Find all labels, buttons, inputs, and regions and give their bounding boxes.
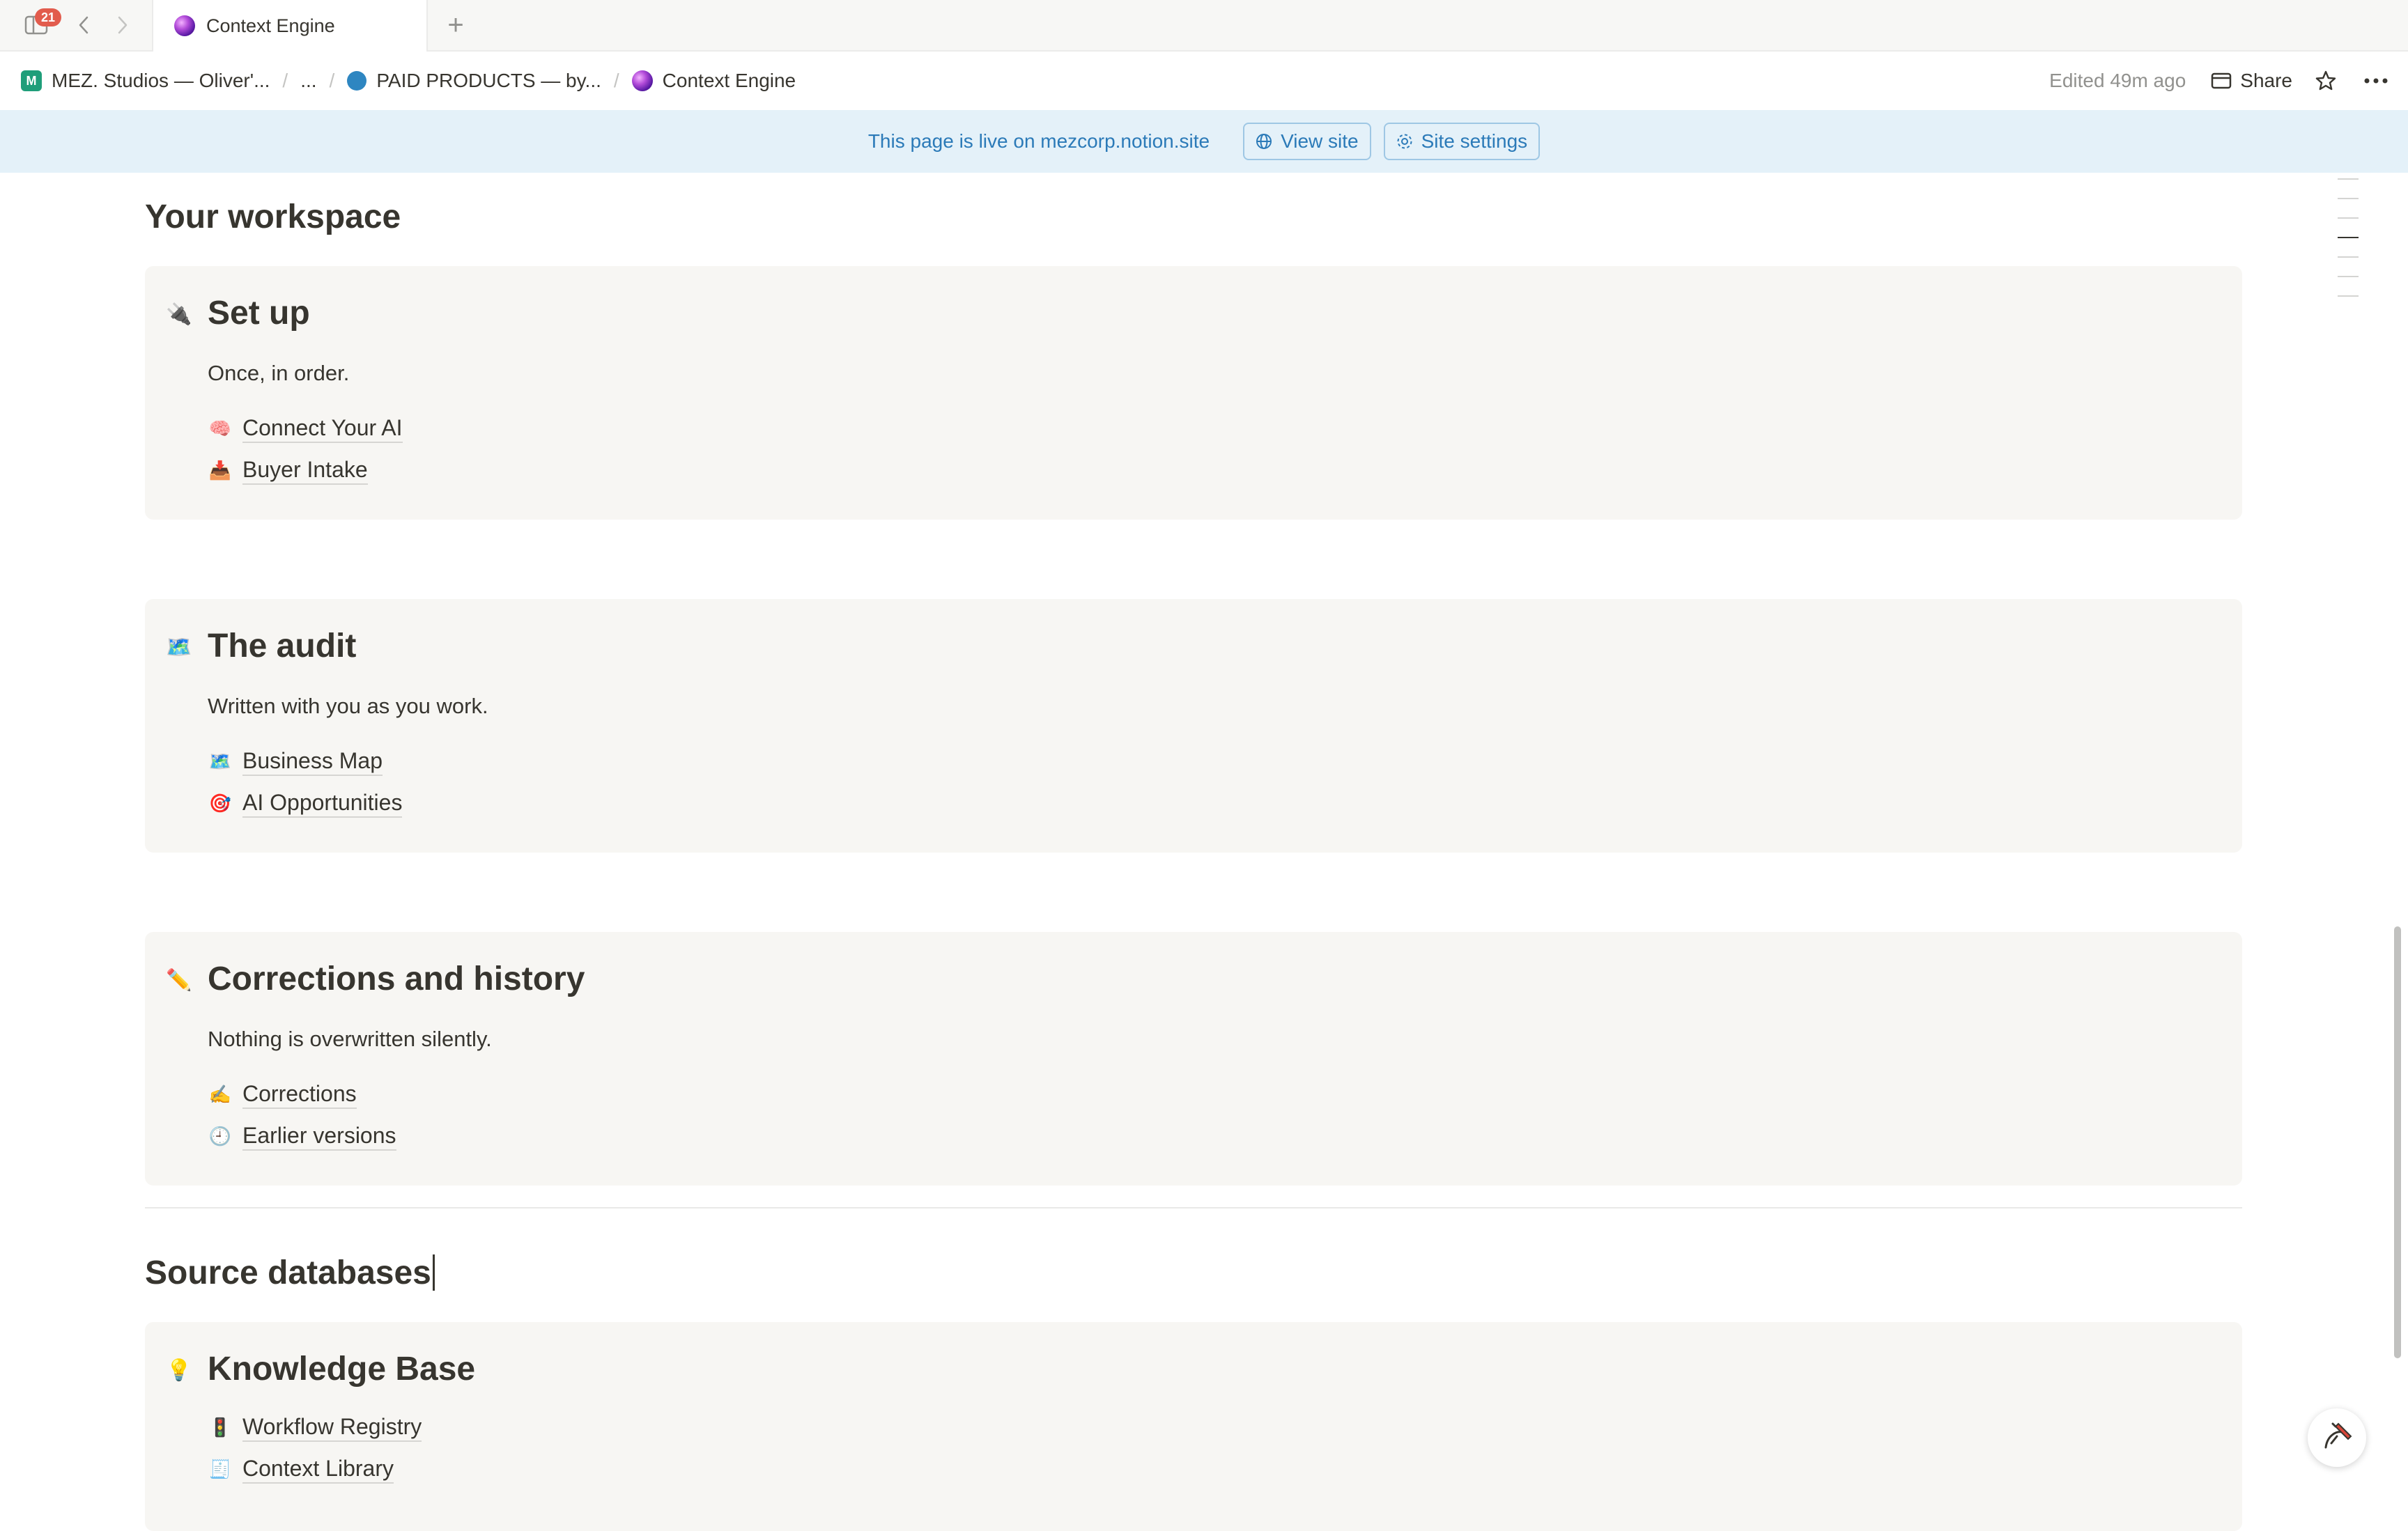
window-icon (2212, 72, 2232, 89)
page-orb-icon (631, 70, 653, 91)
card-subtitle[interactable]: Once, in order. (208, 361, 349, 386)
table-of-contents-outline[interactable] (2338, 178, 2361, 315)
published-site-banner: This page is live on mezcorp.notion.site… (0, 110, 2408, 173)
workspace-logo-icon: M (21, 70, 42, 91)
toc-marker-active[interactable] (2338, 237, 2359, 238)
breadcrumb-item-context-engine[interactable]: Context Engine (631, 70, 796, 92)
link-context-library[interactable]: 🧾 Context Library (208, 1454, 394, 1484)
breadcrumb-separator: / (613, 70, 619, 91)
view-site-button[interactable]: View site (1243, 123, 1371, 160)
forward-arrow-icon (118, 16, 128, 34)
card-title[interactable]: Set up (208, 294, 310, 332)
page-content: Your workspace 🔌 Set up Once, in order. … (0, 173, 2408, 1531)
card-title[interactable]: Corrections and history (208, 960, 585, 998)
link-ai-opportunities[interactable]: 🎯 AI Opportunities (208, 788, 403, 818)
link-connect-your-ai[interactable]: 🧠 Connect Your AI (208, 414, 403, 443)
traffic-light-icon: 🚦 (208, 1416, 232, 1438)
link-workflow-registry[interactable]: 🚦 Workflow Registry (208, 1413, 422, 1442)
heading-your-workspace[interactable]: Your workspace (145, 198, 401, 236)
link-business-map[interactable]: 🗺️ Business Map (208, 747, 383, 776)
back-button[interactable] (67, 8, 100, 42)
toc-marker[interactable] (2338, 198, 2359, 199)
card-knowledge-base: 💡 Knowledge Base 🚦 Workflow Registry 🧾 C… (145, 1322, 2242, 1531)
toc-marker[interactable] (2338, 295, 2359, 297)
text-cursor (432, 1254, 435, 1291)
edited-timestamp: Edited 49m ago (2049, 70, 2186, 91)
more-icon (2364, 78, 2388, 84)
top-bar-actions: Edited 49m ago Share (2049, 52, 2408, 110)
breadcrumb-separator: / (329, 70, 335, 91)
brain-icon: 🧠 (208, 417, 232, 439)
inbox-tray-icon: 📥 (208, 459, 232, 481)
card-corrections-and-history: ✏️ Corrections and history Nothing is ov… (145, 932, 2242, 1186)
breadcrumb-item-ellipsis[interactable]: ... (300, 70, 316, 92)
card-title[interactable]: Knowledge Base (208, 1350, 475, 1388)
help-icon (2324, 1422, 2352, 1449)
card-the-audit: 🗺️ The audit Written with you as you wor… (145, 599, 2242, 853)
site-settings-button[interactable]: Site settings (1383, 123, 1541, 160)
heading-source-databases[interactable]: Source databases (145, 1254, 435, 1292)
pencil-icon: ✏️ (166, 969, 192, 992)
breadcrumb: M MEZ. Studios — Oliver'... / ... / PAID… (21, 52, 796, 110)
favorite-button[interactable] (2313, 68, 2338, 93)
card-set-up: 🔌 Set up Once, in order. 🧠 Connect Your … (145, 266, 2242, 520)
star-icon (2315, 70, 2336, 91)
more-options-button[interactable] (2362, 68, 2390, 93)
receipt-icon: 🧾 (208, 1458, 232, 1479)
back-arrow-icon (79, 16, 88, 34)
tab-bar: 21 Context Engine + (0, 0, 2408, 52)
gear-icon (1397, 134, 1412, 149)
new-tab-button[interactable]: + (439, 8, 472, 42)
map-icon: 🗺️ (166, 636, 192, 659)
card-subtitle[interactable]: Written with you as you work. (208, 694, 488, 719)
link-corrections[interactable]: ✍️ Corrections (208, 1080, 357, 1109)
globe-icon (1256, 134, 1272, 149)
notification-badge: 21 (35, 8, 61, 26)
link-buyer-intake[interactable]: 📥 Buyer Intake (208, 456, 368, 485)
page-orb-icon (174, 15, 195, 36)
toc-marker[interactable] (2338, 256, 2359, 258)
divider (145, 1207, 2242, 1209)
top-bar: M MEZ. Studios — Oliver'... / ... / PAID… (0, 52, 2408, 110)
plug-icon: 🔌 (166, 303, 192, 326)
banner-text: This page is live on mezcorp.notion.site (867, 130, 1210, 152)
map-icon: 🗺️ (208, 750, 232, 772)
breadcrumb-item-workspace[interactable]: M MEZ. Studios — Oliver'... (21, 70, 270, 92)
card-subtitle[interactable]: Nothing is overwritten silently. (208, 1027, 492, 1052)
tab-title: Context Engine (206, 15, 335, 36)
light-bulb-icon: 💡 (166, 1359, 192, 1382)
toc-marker[interactable] (2338, 217, 2359, 219)
toc-marker[interactable] (2338, 276, 2359, 277)
breadcrumb-separator: / (282, 70, 288, 91)
writing-hand-icon: ✍️ (208, 1083, 232, 1105)
share-button[interactable]: Share (2211, 70, 2292, 92)
help-button[interactable] (2308, 1408, 2366, 1467)
forward-button[interactable] (106, 8, 139, 42)
clock-icon: 🕘 (208, 1125, 232, 1147)
card-title[interactable]: The audit (208, 627, 356, 665)
tab-context-engine[interactable]: Context Engine (152, 0, 428, 52)
blue-dot-icon (347, 71, 367, 91)
vertical-scrollbar[interactable] (2394, 926, 2401, 1358)
target-icon: 🎯 (208, 792, 232, 814)
link-earlier-versions[interactable]: 🕘 Earlier versions (208, 1121, 396, 1151)
breadcrumb-item-paid-products[interactable]: PAID PRODUCTS — by... (347, 70, 601, 92)
toc-marker[interactable] (2338, 178, 2359, 180)
